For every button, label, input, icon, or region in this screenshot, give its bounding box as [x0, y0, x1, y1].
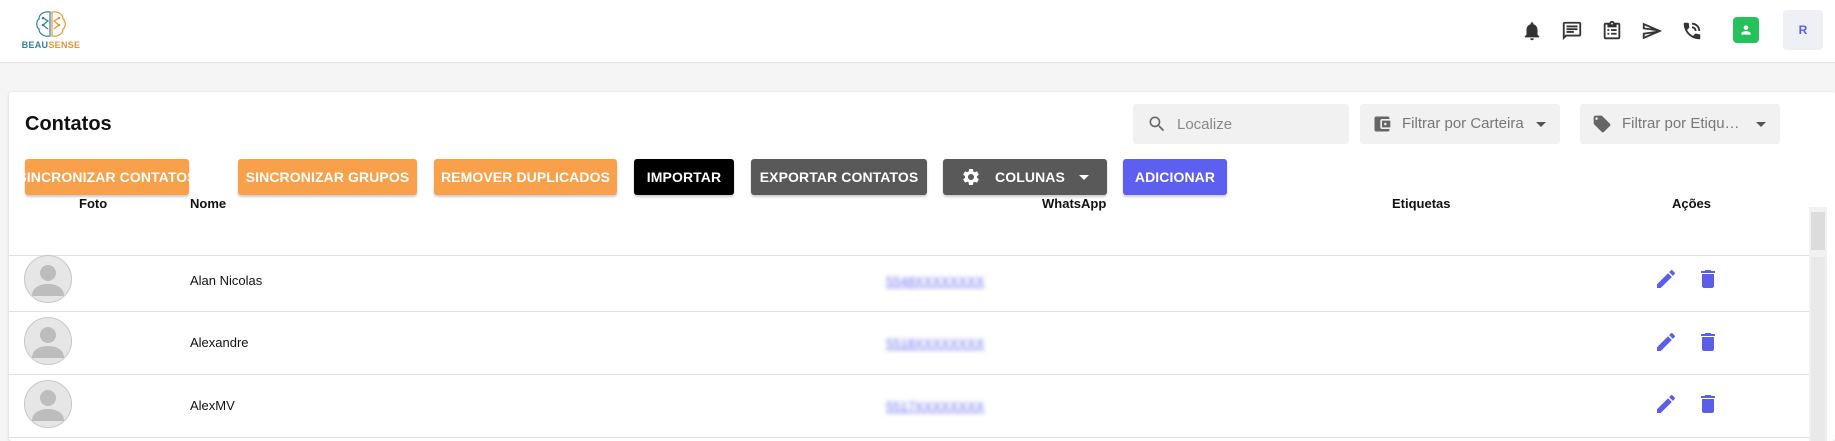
send-icon[interactable] — [1639, 18, 1665, 44]
gear-icon — [963, 169, 979, 185]
default-avatar-icon — [32, 390, 64, 421]
remove-duplicates-button[interactable]: REMOVER DUPLICADOS — [434, 159, 617, 195]
edit-icon[interactable] — [1654, 267, 1678, 291]
sync-contacts-button[interactable]: SINCRONIZAR CONTATOS — [17, 159, 197, 195]
avatar — [24, 380, 72, 428]
column-header-photo: Foto — [79, 196, 108, 211]
brain-logo-icon — [36, 11, 66, 37]
avatar — [24, 317, 72, 365]
trash-icon[interactable] — [1696, 392, 1720, 416]
phone-icon[interactable] — [1679, 18, 1705, 44]
filter-wallet-label: Filtrar por Carteira — [1402, 115, 1524, 132]
chat-icon[interactable] — [1559, 18, 1585, 44]
scrollbar-thumb[interactable] — [1811, 212, 1825, 250]
sync-groups-button[interactable]: SINCRONIZAR GRUPOS — [238, 159, 417, 195]
divider — [9, 437, 1809, 438]
divider — [9, 255, 1809, 256]
edit-icon[interactable] — [1654, 392, 1678, 416]
trash-icon[interactable] — [1696, 330, 1720, 354]
add-contact-button[interactable]: ADICIONAR — [1123, 159, 1227, 195]
import-button[interactable]: IMPORTAR — [634, 159, 734, 195]
contact-name: Alan Nicolas — [190, 273, 263, 288]
contacts-card: Contatos Filtrar por Carteira Filtrar po… — [9, 92, 1835, 441]
bell-icon[interactable] — [1519, 18, 1545, 44]
search-input[interactable] — [1177, 112, 1337, 136]
chevron-down-icon — [1078, 174, 1089, 180]
divider — [9, 311, 1809, 312]
columns-label: COLUNAS — [995, 169, 1065, 185]
user-avatar-button[interactable]: R — [1783, 10, 1823, 50]
search-icon — [1149, 116, 1165, 132]
user-status-icon[interactable] — [1733, 17, 1759, 43]
contact-name: Alexandre — [190, 335, 249, 350]
logo-text: BEAUSENSE — [21, 40, 81, 50]
divider — [9, 374, 1809, 375]
column-header-whatsapp: WhatsApp — [1042, 196, 1107, 211]
edit-icon[interactable] — [1654, 330, 1678, 354]
scrollbar-thumb-lower[interactable] — [1811, 257, 1825, 441]
chevron-down-icon — [1756, 122, 1766, 127]
filter-tags-select[interactable]: Filtrar por Etiquetas — [1580, 104, 1780, 144]
trash-icon[interactable] — [1696, 267, 1720, 291]
export-contacts-button[interactable]: EXPORTAR CONTATOS — [751, 159, 927, 195]
page-title: Contatos — [25, 113, 112, 135]
wallet-icon — [1374, 116, 1391, 132]
column-header-tags: Etiquetas — [1392, 196, 1451, 211]
default-avatar-icon — [32, 327, 64, 358]
search-box[interactable] — [1133, 104, 1349, 144]
avatar — [24, 255, 72, 303]
app-logo[interactable]: BEAUSENSE — [20, 9, 82, 55]
whatsapp-number-link[interactable]: 5518XXXXXXXX — [886, 336, 984, 351]
filter-wallet-select[interactable]: Filtrar por Carteira — [1360, 104, 1560, 144]
tag-icon — [1593, 115, 1611, 133]
default-avatar-icon — [32, 265, 64, 296]
whatsapp-number-link[interactable]: 5548XXXXXXXX — [886, 274, 984, 289]
column-header-name: Nome — [190, 196, 227, 211]
clipboard-icon[interactable] — [1599, 18, 1625, 44]
filter-tags-label: Filtrar por Etiquetas — [1622, 115, 1740, 132]
contact-name: AlexMV — [190, 398, 235, 413]
top-bar: BEAUSENSE R — [0, 0, 1835, 63]
whatsapp-number-link[interactable]: 5517XXXXXXXX — [886, 399, 984, 414]
columns-button[interactable]: COLUNAS — [943, 159, 1107, 195]
column-header-actions: Ações — [1672, 196, 1712, 211]
chevron-down-icon — [1536, 122, 1546, 127]
